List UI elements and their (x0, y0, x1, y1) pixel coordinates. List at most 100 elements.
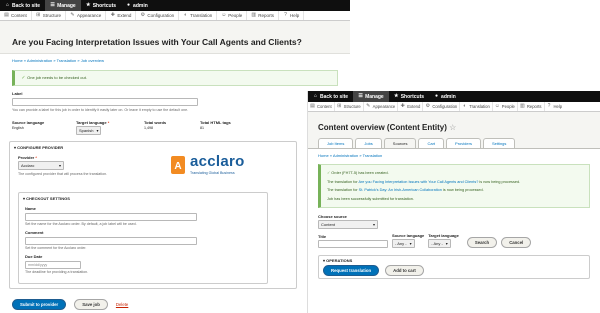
tray-item-content[interactable]: ▤ Content (0, 11, 32, 20)
people-icon: ☺ (494, 103, 500, 109)
puzzle-icon: ✚ (110, 12, 115, 18)
acclaro-logo: A acclaro Translating Global Business (170, 153, 260, 183)
primary-tabs: Job Items Jobs Sources Cart Providers Se… (308, 138, 600, 148)
chevron-down-icon: ▾ (372, 222, 375, 227)
chevron-down-icon: ▾ (96, 128, 99, 133)
shortcuts-tab[interactable]: ★ Shortcuts (81, 0, 121, 11)
help-icon: ? (547, 103, 551, 109)
chevron-down-icon: ▾ (409, 241, 412, 246)
acclaro-mark-icon: A (171, 156, 185, 174)
tray-item-help[interactable]: ? Help (545, 102, 565, 111)
status-message-submitted: Job has been successfully submitted for … (327, 196, 414, 201)
tray-item-translation[interactable]: ◐ Translation (179, 11, 218, 20)
status-message-order-created: ✓ Order (FH7T-5) has been created. (327, 171, 389, 175)
tray-item-reports[interactable]: ▥ Reports (247, 11, 279, 20)
menu-icon: ☰ (50, 2, 55, 8)
caret-down-icon: ▾ (23, 196, 26, 201)
operations-summary[interactable]: ▾ OPERATIONS (319, 256, 589, 265)
page-header: Are you Facing Interpretation Issues wit… (0, 21, 350, 54)
source-language-value: English (12, 126, 24, 130)
structure-icon: ⊞ (36, 12, 41, 18)
tab-sources[interactable]: Sources (383, 138, 417, 148)
tab-jobs[interactable]: Jobs (355, 138, 382, 148)
checkout-comment-description: Set the comment for the Acclaro order. (25, 246, 87, 250)
breadcrumb[interactable]: Home » Administration » Translation (308, 149, 600, 162)
save-job-button[interactable]: Save job (74, 299, 108, 310)
page-title: Are you Facing Interpretation Issues wit… (12, 37, 302, 47)
choose-source-select[interactable]: Content ▾ (318, 220, 378, 229)
tray-item-reports[interactable]: ▥ Reports (518, 102, 545, 111)
tray-item-translation[interactable]: ◐ Translation (460, 102, 493, 111)
label-input[interactable] (12, 98, 198, 106)
tray-item-appearance[interactable]: ✎ Appearance (364, 102, 399, 111)
target-language-filter-label: Target language (428, 233, 459, 238)
target-language-select[interactable]: Spanish ▾ (76, 126, 102, 135)
checkout-settings-summary[interactable]: ▾ CHECKOUT SETTINGS (19, 193, 267, 204)
delete-link[interactable]: Delete (116, 302, 128, 307)
checkout-comment-label: Comment (25, 230, 44, 235)
breadcrumb[interactable]: Home » Administration » Translation » Jo… (0, 54, 350, 67)
provider-select[interactable]: Acclaro ▾ (18, 161, 64, 170)
tray-item-people[interactable]: ☺ People (217, 11, 248, 20)
tab-settings[interactable]: Settings (482, 138, 516, 148)
star-outline-icon[interactable]: ☆ (449, 123, 456, 132)
search-button[interactable]: Search (466, 237, 498, 248)
tab-job-items[interactable]: Job Items (318, 138, 354, 148)
tray-item-help[interactable]: ? Help (279, 11, 305, 20)
right-screen: ⌂ Back to site ☰ Manage ★ Shortcuts ● admin … (308, 91, 600, 313)
translation-link-2[interactable]: St. Patrick's Day: An Irish-American Col… (359, 188, 442, 192)
job-info-row: Source language English Target language … (0, 112, 350, 135)
title-filter-input[interactable] (318, 240, 388, 248)
brush-icon: ✎ (70, 12, 75, 18)
submit-to-provider-button[interactable]: Submit to provider (12, 299, 67, 310)
home-icon: ⌂ (313, 93, 318, 99)
chevron-down-icon: ▾ (58, 163, 61, 168)
tab-cart[interactable]: Cart (418, 138, 445, 148)
tray-item-configuration[interactable]: ⚙ Configuration (136, 11, 180, 20)
due-date-description: The deadline for providing a translation… (25, 270, 89, 274)
tray-item-structure[interactable]: ⊞ Structure (335, 102, 364, 111)
tray-item-appearance[interactable]: ✎ Appearance (66, 11, 107, 20)
user-tab[interactable]: ● admin (121, 0, 153, 11)
user-icon: ● (127, 2, 131, 8)
manage-tab[interactable]: ☰ Manage (45, 0, 81, 11)
puzzle-icon: ✚ (400, 103, 405, 109)
tray-item-configuration[interactable]: ⚙ Configuration (423, 102, 461, 111)
tab-providers[interactable]: Providers (446, 138, 481, 148)
checkout-name-input[interactable] (25, 213, 197, 221)
configure-provider-summary[interactable]: ▾ CONFIGURE PROVIDER (10, 142, 296, 153)
shortcuts-tab[interactable]: ★ Shortcuts (389, 91, 429, 102)
manage-tab[interactable]: ☰ Manage (353, 91, 389, 102)
due-date-input[interactable]: mm/dd/yyyy (25, 261, 81, 269)
translation-link-1[interactable]: Are you Facing Interpretation Issues wit… (358, 180, 478, 184)
back-to-site-link[interactable]: ⌂ Back to site (308, 91, 353, 102)
source-language-filter-select[interactable]: - Any - ▾ (392, 239, 415, 248)
check-icon: ✓ (21, 75, 26, 81)
target-language-filter-select[interactable]: - Any - ▾ (428, 239, 451, 248)
acclaro-logo-text: acclaro (190, 153, 245, 170)
page-title: Content overview (Content Entity) ☆ (318, 123, 457, 132)
tray-item-structure[interactable]: ⊞ Structure (32, 11, 67, 20)
user-tab[interactable]: ● admin (429, 91, 461, 102)
checkout-comment-input[interactable] (25, 237, 197, 245)
acclaro-logo-tagline: Translating Global Business (190, 171, 235, 175)
total-words-value: 1,498 (144, 126, 153, 130)
cancel-button[interactable]: Cancel (501, 237, 532, 248)
star-icon: ★ (85, 2, 91, 8)
target-language-label: Target language * (76, 120, 110, 125)
status-messages: ✓ Order (FH7T-5) has been created. The t… (318, 164, 590, 208)
tray-item-extend[interactable]: ✚ Extend (106, 11, 137, 20)
caret-down-icon: ▾ (14, 145, 17, 150)
tray-item-content[interactable]: ▤ Content (308, 102, 335, 111)
choose-source-label: Choose source (318, 214, 347, 219)
add-to-cart-button[interactable]: Add to cart (385, 265, 424, 276)
tray-item-people[interactable]: ☺ People (493, 102, 518, 111)
tray-item-extend[interactable]: ✚ Extend (398, 102, 424, 111)
menu-icon: ☰ (358, 93, 363, 99)
total-words-label: Total words (144, 120, 167, 125)
request-translation-button[interactable]: Request translation (323, 265, 380, 276)
admin-tray: ▤ Content ⊞ Structure ✎ Appearance ✚ Extend … (308, 102, 600, 112)
back-to-site-link[interactable]: ⌂ Back to site (0, 0, 45, 11)
due-date-label: Due Date (25, 254, 43, 259)
status-message: ✓ One job needs to be checked out. (12, 70, 338, 86)
